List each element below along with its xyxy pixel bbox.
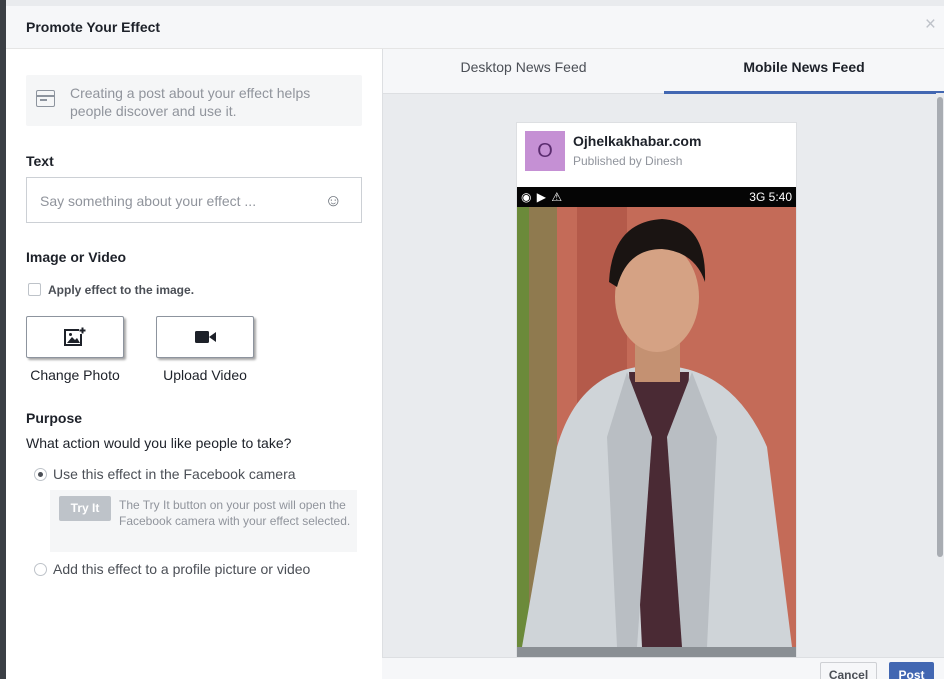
post-preview-card: O Ojhelkakhabar.com Published by Dinesh [516,122,797,679]
post-photo: ◉ ▶ ⚠ 3G 5:40 [517,187,796,665]
post-text-input[interactable] [38,190,312,212]
dialog-title: Promote Your Effect [26,19,161,35]
page-name: Ojhelkakhabar.com [573,133,702,149]
dialog-footer: Cancel Post [382,657,944,679]
video-camera-icon [195,331,216,343]
radio-use-camera-label[interactable]: Use this effect in the Facebook camera [53,466,296,482]
post-text-field[interactable]: ☺ [26,177,362,223]
portrait-image [517,207,796,665]
text-section-label: Text [26,153,54,169]
status-icons-left: ◉ ▶ ⚠ [521,190,564,204]
radio-profile-picture-label[interactable]: Add this effect to a profile picture or … [53,561,310,577]
settings-pane: Creating a post about your effect helps … [6,49,382,649]
radio-use-camera[interactable] [34,468,47,481]
info-text: Creating a post about your effect helps … [70,85,311,119]
change-photo-button[interactable] [26,316,124,358]
upload-video-label[interactable]: Upload Video [145,367,265,383]
tab-desktop-news-feed[interactable]: Desktop News Feed [383,49,664,93]
status-icons-right: 3G 5:40 [749,190,792,204]
change-photo-label[interactable]: Change Photo [15,367,135,383]
upload-video-button[interactable] [156,316,254,358]
apply-effect-checkbox[interactable] [28,283,41,296]
phone-status-bar: ◉ ▶ ⚠ 3G 5:40 [517,187,796,207]
try-it-button: Try It [59,496,111,521]
promote-effect-dialog: Promote Your Effect × Creating a post ab… [6,6,944,679]
cancel-button[interactable]: Cancel [820,662,877,679]
apply-effect-label[interactable]: Apply effect to the image. [48,283,194,297]
preview-pane: Desktop News Feed Mobile News Feed O Ojh… [383,49,944,679]
preview-tabs: Desktop News Feed Mobile News Feed [383,49,944,94]
try-it-description: The Try It button on your post will open… [119,498,351,528]
media-section-label: Image or Video [26,249,127,265]
purpose-label: Purpose [26,410,83,426]
post-button[interactable]: Post [889,662,934,679]
preview-scrollbar-thumb[interactable] [937,97,943,557]
layout-card-icon [36,90,55,107]
add-photo-icon [64,327,86,346]
purpose-question: What action would you like people to tak… [26,435,292,451]
radio-profile-picture[interactable] [34,563,47,576]
published-by: Published by Dinesh [573,154,683,168]
try-it-info: Try It The Try It button on your post wi… [50,490,357,552]
dialog-header: Promote Your Effect × [6,6,944,49]
info-banner: Creating a post about your effect helps … [26,75,362,126]
close-icon[interactable]: × [925,15,936,35]
tab-mobile-news-feed[interactable]: Mobile News Feed [664,49,944,94]
page-avatar: O [525,131,565,171]
smiley-icon[interactable]: ☺ [325,192,342,210]
